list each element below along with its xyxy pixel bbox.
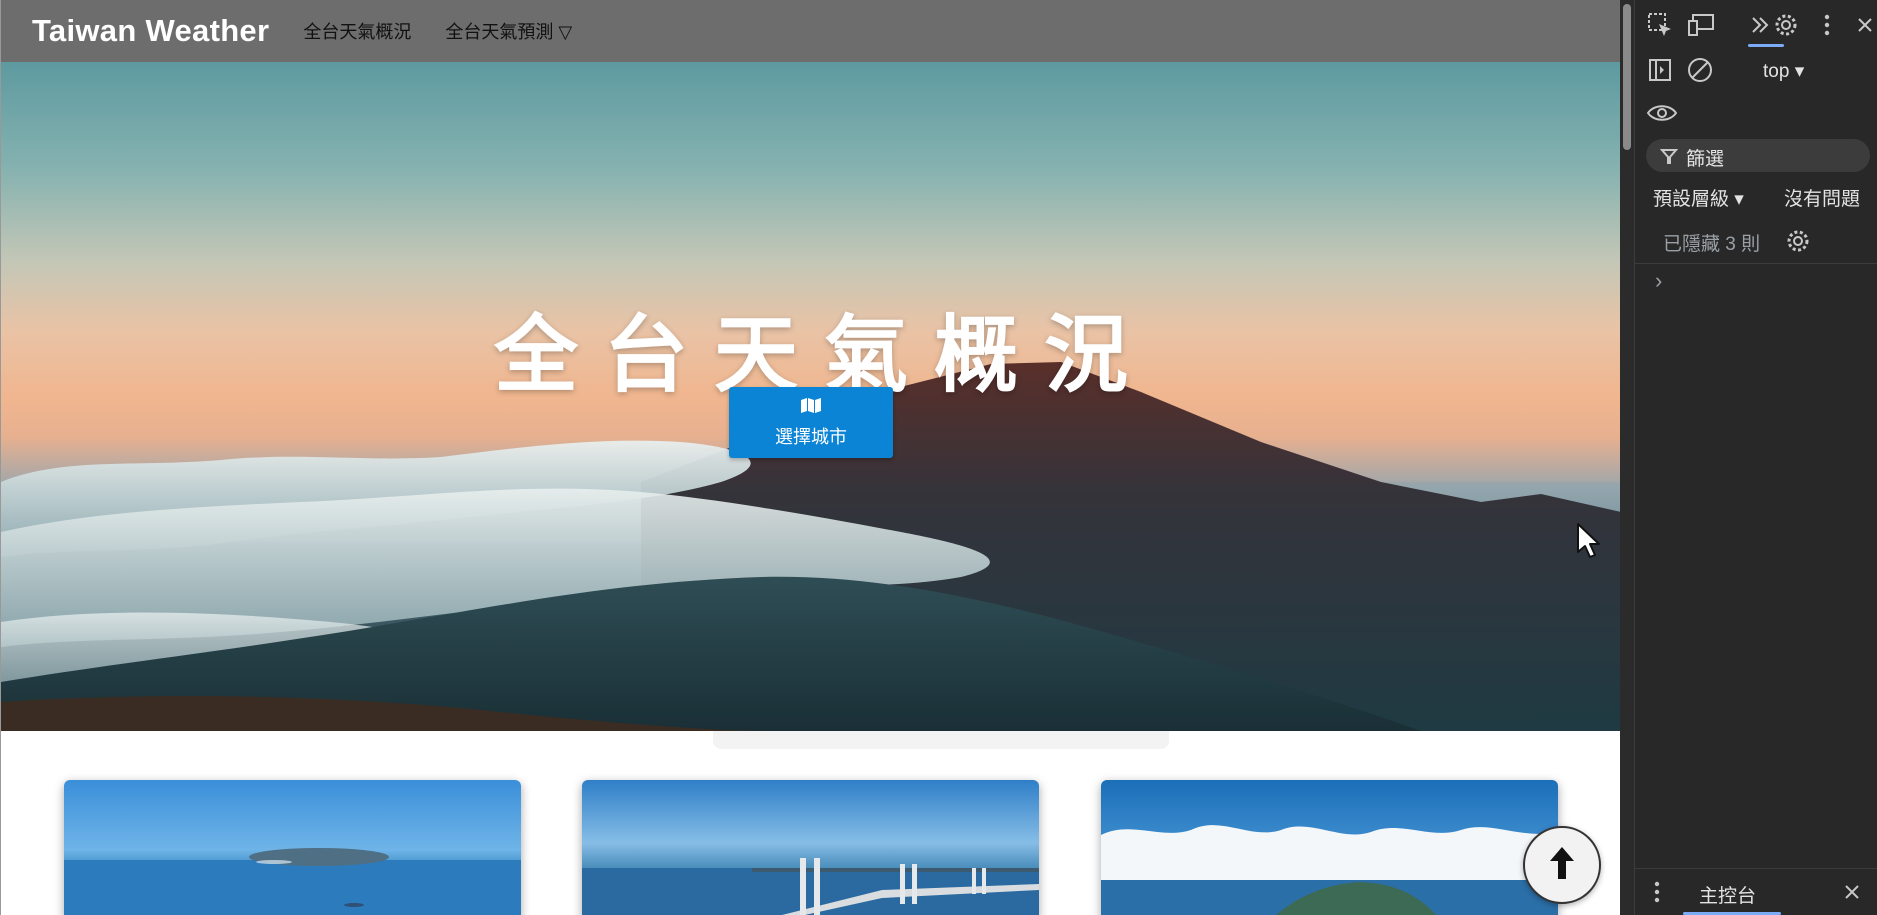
console-filter-input[interactable]: 篩選 — [1646, 139, 1870, 172]
region-card-2[interactable] — [582, 780, 1039, 915]
sidebar-toggle-icon[interactable] — [1645, 55, 1675, 85]
active-tab-indicator — [1748, 44, 1784, 47]
context-selector[interactable]: top ▾ — [1763, 60, 1804, 83]
drawer-tabbar: 主控台 — [1635, 868, 1877, 915]
navbar: Taiwan Weather 全台天氣概況 全台天氣預測 ▽ — [1, 0, 1620, 62]
drawer-menu-icon[interactable] — [1647, 879, 1667, 905]
mouse-cursor-icon — [1576, 522, 1602, 565]
hidden-messages-count: 已隱藏 3 則 — [1663, 234, 1761, 255]
select-city-button[interactable]: 選擇城市 — [729, 387, 893, 458]
console-settings-gear-icon[interactable] — [1783, 226, 1813, 256]
region-card-3[interactable] — [1101, 780, 1558, 915]
select-city-label: 選擇城市 — [775, 426, 847, 447]
issues-status[interactable]: 沒有問題 — [1784, 184, 1860, 211]
live-expression-eye-icon[interactable] — [1645, 98, 1679, 128]
kebab-menu-icon[interactable] — [1815, 10, 1839, 40]
close-devtools-icon[interactable] — [1853, 10, 1877, 40]
page-viewport: Taiwan Weather 全台天氣概況 全台天氣預測 ▽ 全台天氣概況 選擇… — [0, 0, 1620, 915]
brand-logo[interactable]: Taiwan Weather — [32, 13, 269, 49]
arrow-up-icon — [1548, 845, 1576, 886]
map-icon — [800, 397, 822, 419]
card-image-island — [64, 848, 521, 915]
console-prompt[interactable]: › — [1655, 268, 1662, 294]
clear-console-icon[interactable] — [1685, 55, 1715, 85]
settings-gear-icon[interactable] — [1771, 10, 1801, 40]
devtools-panel: top ▾ 篩選 預設層級 ▾ 沒有問題 已隱藏 3 則 › 主控台 — [1634, 0, 1877, 915]
hero-video: 全台天氣概況 選擇城市 — [1, 62, 1620, 731]
nav-link-forecast-dropdown[interactable]: 全台天氣預測 ▽ — [445, 18, 572, 44]
log-level-dropdown[interactable]: 預設層級 ▾ — [1653, 184, 1744, 211]
back-to-top-button[interactable] — [1523, 826, 1601, 904]
region-card-1[interactable] — [64, 780, 521, 915]
toolbar-divider — [1635, 263, 1877, 264]
video-progress-bar[interactable] — [713, 731, 1169, 749]
more-tabs-icon[interactable] — [1748, 10, 1772, 40]
filter-placeholder: 篩選 — [1686, 149, 1725, 170]
page-scrollbar-thumb[interactable] — [1623, 4, 1631, 150]
card-image-bridge — [582, 858, 1039, 915]
card-image-island-clouds — [1101, 825, 1558, 915]
nav-link-overview[interactable]: 全台天氣概況 — [303, 18, 411, 44]
inspect-element-icon[interactable] — [1645, 10, 1675, 40]
close-drawer-icon[interactable] — [1839, 879, 1865, 905]
page-scrollbar[interactable] — [1620, 0, 1634, 915]
drawer-tab-console[interactable]: 主控台 — [1699, 881, 1756, 908]
device-toolbar-icon[interactable] — [1685, 10, 1717, 40]
filter-funnel-icon — [1659, 147, 1679, 170]
